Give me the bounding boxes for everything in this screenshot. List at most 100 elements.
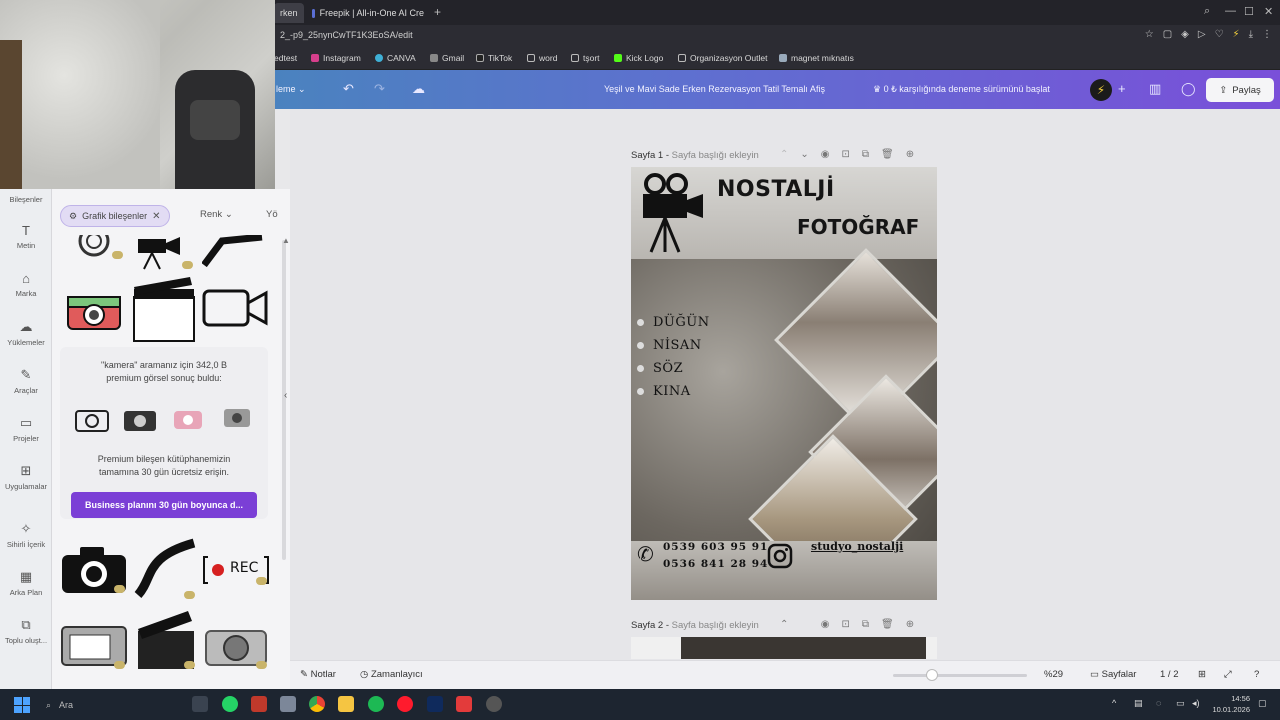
phone-number-1[interactable]: 0539 603 95 91 (663, 541, 768, 553)
bookmark-item[interactable]: CANVA (375, 53, 416, 63)
trash-icon[interactable]: 🗑 (881, 619, 894, 630)
rail-item-tools[interactable]: ✎ Araçlar (0, 367, 52, 395)
instagram-handle[interactable]: studyo_nostalji (811, 540, 903, 553)
task-view-icon[interactable] (192, 696, 208, 712)
download-icon[interactable]: ⤓ (1249, 29, 1253, 40)
design-title-2[interactable]: FOTOĞRAF (797, 215, 919, 239)
notification-icon[interactable]: ▢ (1258, 698, 1267, 709)
bookmark-item[interactable]: Instagram (311, 53, 361, 63)
undo-icon[interactable]: ↶ (343, 81, 354, 97)
bookmark-item[interactable]: magnet mıknatıs (779, 53, 854, 63)
graphic-clapperboard[interactable] (132, 277, 196, 343)
eye-icon[interactable]: ◉ (821, 619, 830, 630)
share-button[interactable]: ⇪ Paylaş (1206, 78, 1274, 102)
maximize-icon[interactable]: ☐ (1244, 5, 1254, 18)
trial-button[interactable]: ♛ 0 ₺ karşılığında deneme sürümünü başla… (873, 84, 1050, 95)
browser-tab-freepik[interactable]: Freepik | All-in-One AI Cre (306, 3, 430, 23)
help-icon[interactable]: ? (1254, 669, 1259, 680)
fullscreen-icon[interactable]: ⤢ (1224, 669, 1232, 680)
graphic-retro-camera[interactable] (60, 617, 128, 671)
graphic-video-camera-outline[interactable] (202, 285, 270, 331)
zoom-slider[interactable] (893, 674, 1027, 677)
zoom-level[interactable]: %29 (1044, 669, 1063, 680)
rail-item-brand[interactable]: ⌂ Marka (0, 271, 52, 298)
app-icon[interactable] (251, 696, 267, 712)
rail-item-bulk-create[interactable]: ⧉ Toplu oluşt... (0, 617, 52, 645)
comment-icon[interactable]: ◯ (1181, 81, 1196, 97)
graphic-camera-lens[interactable] (62, 225, 126, 261)
graphic-black-camera[interactable] (60, 541, 128, 595)
tray-app-icon[interactable]: ◌ (1156, 698, 1161, 708)
bookmark-star-icon[interactable]: ☆ (1145, 29, 1154, 40)
add-page-icon[interactable]: ⊕ (906, 619, 914, 630)
new-tab-icon[interactable]: + (434, 5, 441, 19)
minimize-icon[interactable]: — (1225, 5, 1236, 17)
file-explorer-icon[interactable] (338, 696, 354, 712)
add-icon[interactable]: + (1118, 81, 1126, 96)
move-up-icon[interactable]: ⌃ (780, 149, 788, 160)
timer-button[interactable]: ◷ Zamanlayıcı (360, 669, 423, 680)
pages-button[interactable]: ▭ Sayfalar (1090, 669, 1136, 680)
browser-tab[interactable]: rken (274, 3, 304, 23)
service-item[interactable]: NİSAN (637, 338, 702, 353)
graphic-projector[interactable] (134, 235, 196, 271)
rail-item-elements[interactable]: Bileşenler (0, 195, 52, 204)
rail-item-uploads[interactable]: ☁ Yüklemeler (0, 319, 52, 347)
move-up-icon[interactable]: ⌃ (780, 619, 788, 630)
volume-icon[interactable]: ◂) (1192, 698, 1200, 709)
zoom-slider-handle[interactable] (926, 669, 938, 681)
resize-menu[interactable]: leme ⌄ (276, 84, 306, 95)
graphic-colorful-camera[interactable] (60, 283, 126, 335)
search-tabs-icon[interactable]: ⌕ (1204, 5, 1210, 18)
rail-item-apps[interactable]: ⊞ Uygulamalar (0, 463, 52, 491)
bookmark-item[interactable]: tşort (571, 53, 600, 63)
rail-item-magic[interactable]: ✧ Sihirli İçerik (0, 521, 52, 549)
rail-item-text[interactable]: T Metin (0, 223, 52, 250)
taskbar-search[interactable]: ⌕ Ara (40, 695, 190, 715)
play-icon[interactable]: ▷ (1198, 29, 1206, 40)
trash-icon[interactable]: 🗑 (881, 149, 894, 160)
spotify-icon[interactable] (368, 696, 384, 712)
graphic-film-reel[interactable] (134, 537, 198, 601)
analytics-icon[interactable]: ▥ (1149, 81, 1161, 97)
remove-filter-icon[interactable]: ✕ (152, 211, 160, 222)
photoshop-icon[interactable] (427, 696, 443, 712)
notes-button[interactable]: ✎ Notlar (300, 669, 336, 680)
page1-title[interactable]: Sayfa 1 - Sayfa başlığı ekleyin (631, 150, 759, 161)
lock-icon[interactable]: ⊡ (842, 619, 850, 630)
add-page-icon[interactable]: ⊕ (906, 149, 914, 160)
graphic-rec-label[interactable]: REC (202, 553, 270, 587)
bookmark-item[interactable]: word (527, 53, 557, 63)
rail-item-projects[interactable]: ▭ Projeler (0, 415, 52, 443)
opera-icon[interactable] (397, 696, 413, 712)
document-title[interactable]: Yeşil ve Mavi Sade Erken Rezervasyon Tat… (604, 84, 825, 94)
grid-view-icon[interactable]: ⊞ (1198, 669, 1206, 680)
network-icon[interactable]: ▭ (1176, 698, 1185, 709)
design-page-1[interactable]: NOSTALJİ FOTOĞRAF DÜĞÜN NİSAN SÖZ KINA ✆… (631, 167, 937, 600)
extension-bolt-icon[interactable]: ⚡ (1233, 29, 1240, 40)
phone-number-2[interactable]: 0536 841 28 94 (663, 558, 768, 570)
cloud-save-icon[interactable]: ☁ (412, 81, 425, 97)
bookmark-item[interactable]: TikTok (476, 53, 512, 63)
heart-icon[interactable]: ♡ (1215, 29, 1224, 40)
tray-expand-icon[interactable]: ^ (1112, 698, 1116, 708)
premium-thumb[interactable] (74, 403, 110, 433)
tray-app-icon[interactable]: ▤ (1134, 698, 1143, 709)
rail-item-background[interactable]: ▦ Arka Plan (0, 569, 52, 597)
wps-icon[interactable] (456, 696, 472, 712)
bookmark-item[interactable]: edtest (274, 53, 297, 63)
filter-chip-graphics[interactable]: ⚙ Grafik bileşenler ✕ (60, 205, 170, 227)
service-item[interactable]: DÜĞÜN (637, 315, 710, 330)
whatsapp-icon[interactable] (222, 696, 238, 712)
duplicate-icon[interactable]: ⧉ (862, 619, 869, 630)
service-item[interactable]: KINA (637, 384, 691, 399)
page2-title[interactable]: Sayfa 2 - Sayfa başlığı ekleyin (631, 620, 759, 631)
windows-start-icon[interactable] (14, 697, 30, 713)
premium-thumb[interactable] (122, 403, 158, 433)
app-icon[interactable] (486, 696, 502, 712)
graphic-vintage-camera[interactable] (202, 619, 270, 671)
bookmark-item[interactable]: Kick Logo (614, 53, 663, 63)
chrome-icon[interactable] (309, 696, 325, 712)
design-title-1[interactable]: NOSTALJİ (717, 177, 835, 202)
system-clock[interactable]: 14:56 10.01.2026 (1206, 693, 1250, 715)
